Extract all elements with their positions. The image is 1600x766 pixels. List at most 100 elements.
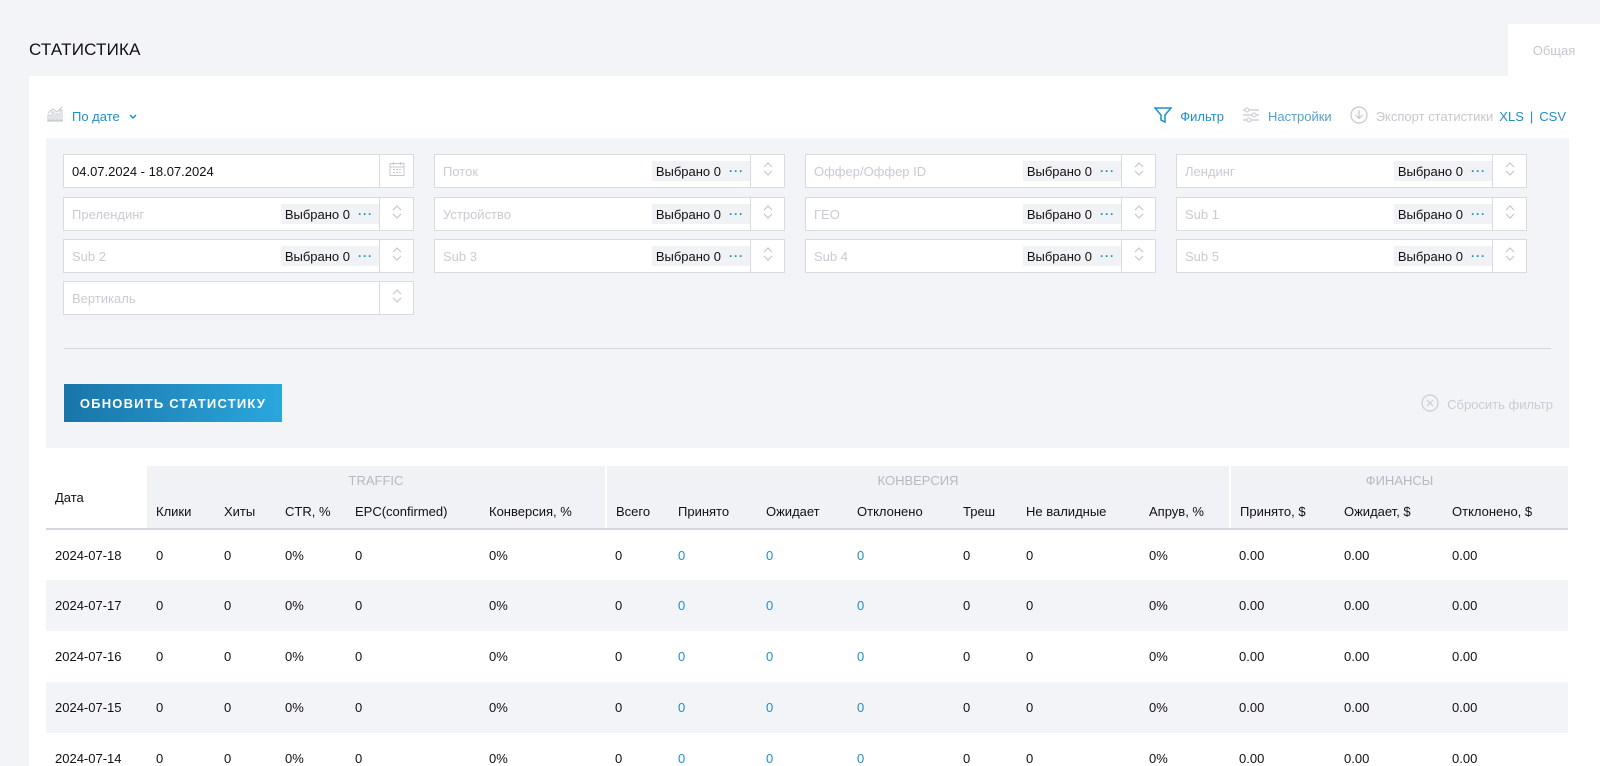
table-cell: 0.00 bbox=[1239, 547, 1265, 563]
stream-filter[interactable]: Поток Выбрано 0 ··· bbox=[434, 154, 785, 188]
export-csv-link[interactable]: CSV bbox=[1539, 109, 1566, 124]
table-cell: 0.00 bbox=[1452, 547, 1478, 563]
col-epc[interactable]: EPC(confirmed) bbox=[346, 495, 480, 530]
table-cell: 0 bbox=[156, 649, 164, 664]
date-range-field[interactable]: 04.07.2024 - 18.07.2024 bbox=[63, 154, 414, 188]
more-icon[interactable]: ··· bbox=[1100, 207, 1115, 221]
table-cell-link[interactable]: 0 bbox=[848, 682, 954, 733]
tab-general[interactable]: Общая bbox=[1508, 24, 1600, 76]
calendar-icon bbox=[389, 161, 405, 182]
filter-button[interactable]: Фильтр bbox=[1153, 106, 1224, 127]
selected-count: Выбрано 0 bbox=[284, 206, 350, 222]
col-accepted-usd[interactable]: Принято, $ bbox=[1229, 495, 1335, 530]
sub4-filter[interactable]: Sub 4 Выбрано 0 ··· bbox=[805, 239, 1156, 273]
more-icon[interactable]: ··· bbox=[358, 249, 373, 263]
more-icon[interactable]: ··· bbox=[729, 207, 744, 221]
col-approve-rate[interactable]: Апрув, % bbox=[1140, 495, 1230, 530]
selected-count-chip: Выбрано 0 ··· bbox=[651, 161, 750, 181]
sub5-filter[interactable]: Sub 5 Выбрано 0 ··· bbox=[1176, 239, 1527, 273]
selected-count: Выбрано 0 bbox=[1397, 163, 1463, 179]
filter-icon bbox=[1153, 106, 1173, 127]
sort-toggle[interactable] bbox=[750, 198, 784, 230]
col-conversion-rate[interactable]: Конверсия, % bbox=[480, 495, 606, 530]
table-cell: 0 bbox=[224, 751, 232, 766]
table-cell: 0 bbox=[224, 649, 232, 664]
table-cell-link[interactable]: 0 bbox=[757, 580, 848, 631]
sort-toggle[interactable] bbox=[1121, 155, 1155, 187]
calendar-button[interactable] bbox=[379, 155, 413, 187]
col-pending-usd[interactable]: Ожидает, $ bbox=[1335, 495, 1443, 530]
table-cell: 0 bbox=[954, 580, 1017, 631]
more-icon[interactable]: ··· bbox=[729, 249, 744, 263]
col-hits[interactable]: Хиты bbox=[215, 495, 276, 530]
col-date[interactable]: Дата bbox=[46, 466, 147, 530]
table-cell-link[interactable]: 0 bbox=[757, 733, 848, 766]
table-cell-link[interactable]: 0 bbox=[848, 631, 954, 682]
col-pending[interactable]: Ожидает bbox=[757, 495, 848, 530]
sort-toggle[interactable] bbox=[750, 155, 784, 187]
more-icon[interactable]: ··· bbox=[358, 207, 373, 221]
col-ctr[interactable]: CTR, % bbox=[276, 495, 346, 530]
vertical-filter[interactable]: Вертикаль bbox=[63, 281, 414, 315]
sub1-filter[interactable]: Sub 1 Выбрано 0 ··· bbox=[1176, 197, 1527, 231]
table-cell: 0% bbox=[285, 751, 304, 766]
chevron-updown-icon bbox=[762, 160, 774, 183]
table-cell-link[interactable]: 0 bbox=[669, 631, 757, 682]
table-cell: 0.00 bbox=[1335, 682, 1443, 733]
refresh-statistics-button[interactable]: ОБНОВИТЬ СТАТИСТИКУ bbox=[64, 384, 282, 422]
col-total[interactable]: Всего bbox=[605, 495, 669, 530]
table-cell: 0 bbox=[1017, 682, 1140, 733]
selected-count-chip: Выбрано 0 ··· bbox=[1393, 204, 1492, 224]
sort-toggle[interactable] bbox=[1121, 198, 1155, 230]
col-trash[interactable]: Треш bbox=[954, 495, 1017, 530]
more-icon[interactable]: ··· bbox=[1471, 249, 1486, 263]
table-cell-link[interactable]: 0 bbox=[669, 733, 757, 766]
export-xls-link[interactable]: XLS bbox=[1499, 109, 1524, 124]
reset-filter-button[interactable]: Сбросить фильтр bbox=[1421, 394, 1553, 415]
sort-toggle[interactable] bbox=[1492, 198, 1526, 230]
more-icon[interactable]: ··· bbox=[729, 164, 744, 178]
table-cell: 0 bbox=[1017, 580, 1140, 631]
sub2-filter[interactable]: Sub 2 Выбрано 0 ··· bbox=[63, 239, 414, 273]
table-cell-link[interactable]: 0 bbox=[757, 682, 848, 733]
table-cell-link[interactable]: 0 bbox=[757, 529, 848, 580]
settings-button[interactable]: Настройки bbox=[1242, 107, 1332, 126]
landing-filter[interactable]: Лендинг Выбрано 0 ··· bbox=[1176, 154, 1527, 188]
col-clicks[interactable]: Клики bbox=[147, 495, 215, 530]
table-cell: 0 bbox=[1026, 649, 1034, 664]
col-invalid[interactable]: Не валидные bbox=[1017, 495, 1140, 530]
table-cell-link[interactable]: 0 bbox=[669, 529, 757, 580]
more-icon[interactable]: ··· bbox=[1471, 207, 1486, 221]
table-cell-link[interactable]: 0 bbox=[848, 580, 954, 631]
table-cell-link[interactable]: 0 bbox=[669, 580, 757, 631]
selected-count: Выбрано 0 bbox=[655, 248, 721, 264]
prelanding-filter[interactable]: Прелендинг Выбрано 0 ··· bbox=[63, 197, 414, 231]
chevron-updown-icon bbox=[391, 203, 403, 226]
sort-toggle[interactable] bbox=[750, 240, 784, 272]
sort-toggle[interactable] bbox=[1492, 240, 1526, 272]
table-cell: 0% bbox=[489, 751, 508, 766]
more-icon[interactable]: ··· bbox=[1100, 164, 1115, 178]
chevron-updown-icon bbox=[762, 245, 774, 268]
table-cell-link[interactable]: 0 bbox=[757, 631, 848, 682]
table-cell-link[interactable]: 0 bbox=[848, 733, 954, 766]
stream-placeholder: Поток bbox=[443, 163, 479, 179]
sort-toggle[interactable] bbox=[379, 240, 413, 272]
geo-filter[interactable]: ГЕО Выбрано 0 ··· bbox=[805, 197, 1156, 231]
col-accepted[interactable]: Принято bbox=[669, 495, 757, 530]
sub3-filter[interactable]: Sub 3 Выбрано 0 ··· bbox=[434, 239, 785, 273]
sort-toggle[interactable] bbox=[1492, 155, 1526, 187]
view-by-date-dropdown[interactable]: По дате bbox=[46, 106, 138, 127]
table-cell: 0% bbox=[1149, 649, 1168, 664]
col-rejected[interactable]: Отклонено bbox=[848, 495, 954, 530]
device-filter[interactable]: Устройство Выбрано 0 ··· bbox=[434, 197, 785, 231]
more-icon[interactable]: ··· bbox=[1471, 164, 1486, 178]
sort-toggle[interactable] bbox=[379, 282, 413, 314]
table-cell-link[interactable]: 0 bbox=[669, 682, 757, 733]
table-cell-link[interactable]: 0 bbox=[848, 529, 954, 580]
offer-filter[interactable]: Оффер/Оффер ID Выбрано 0 ··· bbox=[805, 154, 1156, 188]
col-rejected-usd[interactable]: Отклонено, $ bbox=[1443, 495, 1568, 530]
sort-toggle[interactable] bbox=[379, 198, 413, 230]
sort-toggle[interactable] bbox=[1121, 240, 1155, 272]
more-icon[interactable]: ··· bbox=[1100, 249, 1115, 263]
